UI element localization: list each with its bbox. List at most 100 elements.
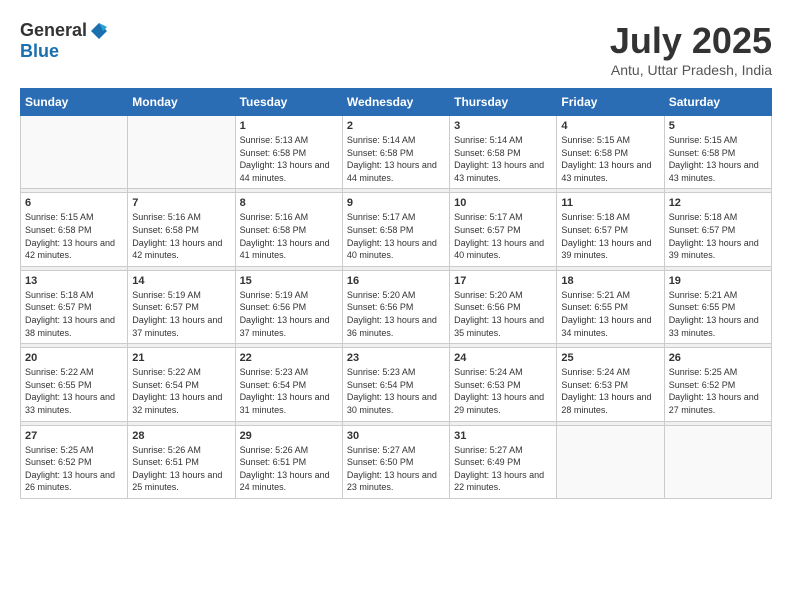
day-cell: 18 Sunrise: 5:21 AM Sunset: 6:55 PM Dayli… [557, 270, 664, 343]
day-info: Sunrise: 5:24 AM Sunset: 6:53 PM Dayligh… [454, 366, 552, 416]
day-info: Sunrise: 5:16 AM Sunset: 6:58 PM Dayligh… [132, 211, 230, 261]
logo: General Blue [20, 20, 109, 62]
day-number: 31 [454, 430, 552, 442]
day-info: Sunrise: 5:19 AM Sunset: 6:56 PM Dayligh… [240, 289, 338, 339]
day-number: 15 [240, 275, 338, 287]
day-info: Sunrise: 5:20 AM Sunset: 6:56 PM Dayligh… [347, 289, 445, 339]
day-number: 7 [132, 197, 230, 209]
day-number: 24 [454, 352, 552, 364]
day-number: 18 [561, 275, 659, 287]
day-cell: 24 Sunrise: 5:24 AM Sunset: 6:53 PM Dayli… [450, 348, 557, 421]
week-row-3: 13 Sunrise: 5:18 AM Sunset: 6:57 PM Dayli… [21, 270, 772, 343]
location: Antu, Uttar Pradesh, India [610, 62, 772, 78]
day-cell [21, 116, 128, 189]
weekday-header-saturday: Saturday [664, 89, 771, 116]
day-cell: 31Sunrise: 5:27 AM Sunset: 6:49 PM Dayli… [450, 425, 557, 498]
day-info: Sunrise: 5:26 AM Sunset: 6:51 PM Dayligh… [240, 444, 338, 494]
day-cell: 9Sunrise: 5:17 AM Sunset: 6:58 PM Daylig… [342, 193, 449, 266]
day-number: 4 [561, 120, 659, 132]
day-info: Sunrise: 5:17 AM Sunset: 6:57 PM Dayligh… [454, 211, 552, 261]
day-info: Sunrise: 5:14 AM Sunset: 6:58 PM Dayligh… [347, 134, 445, 184]
calendar-table: SundayMondayTuesdayWednesdayThursdayFrid… [20, 88, 772, 499]
day-cell: 6Sunrise: 5:15 AM Sunset: 6:58 PM Daylig… [21, 193, 128, 266]
day-number: 29 [240, 430, 338, 442]
weekday-header-wednesday: Wednesday [342, 89, 449, 116]
day-info: Sunrise: 5:18 AM Sunset: 6:57 PM Dayligh… [25, 289, 123, 339]
day-cell: 13 Sunrise: 5:18 AM Sunset: 6:57 PM Dayli… [21, 270, 128, 343]
day-cell: 30 Sunrise: 5:27 AM Sunset: 6:50 PM Dayli… [342, 425, 449, 498]
day-cell: 20 Sunrise: 5:22 AM Sunset: 6:55 PM Dayli… [21, 348, 128, 421]
day-cell: 3 Sunrise: 5:14 AM Sunset: 6:58 PM Daylig… [450, 116, 557, 189]
month-year: July 2025 [610, 20, 772, 62]
day-info: Sunrise: 5:15 AM Sunset: 6:58 PM Dayligh… [25, 211, 123, 261]
day-cell: 21 Sunrise: 5:22 AM Sunset: 6:54 PM Dayli… [128, 348, 235, 421]
day-info: Sunrise: 5:13 AM Sunset: 6:58 PM Dayligh… [240, 134, 338, 184]
day-number: 22 [240, 352, 338, 364]
day-info: Sunrise: 5:21 AM Sunset: 6:55 PM Dayligh… [561, 289, 659, 339]
logo-blue-text: Blue [20, 41, 59, 62]
day-number: 1 [240, 120, 338, 132]
day-info: Sunrise: 5:27 AM Sunset: 6:50 PM Dayligh… [347, 444, 445, 494]
week-row-2: 6Sunrise: 5:15 AM Sunset: 6:58 PM Daylig… [21, 193, 772, 266]
day-number: 5 [669, 120, 767, 132]
day-number: 13 [25, 275, 123, 287]
day-cell: 7 Sunrise: 5:16 AM Sunset: 6:58 PM Daylig… [128, 193, 235, 266]
day-cell: 23Sunrise: 5:23 AM Sunset: 6:54 PM Dayli… [342, 348, 449, 421]
day-cell: 16 Sunrise: 5:20 AM Sunset: 6:56 PM Dayli… [342, 270, 449, 343]
day-number: 12 [669, 197, 767, 209]
day-cell: 1 Sunrise: 5:13 AM Sunset: 6:58 PM Daylig… [235, 116, 342, 189]
day-cell: 15 Sunrise: 5:19 AM Sunset: 6:56 PM Dayli… [235, 270, 342, 343]
day-info: Sunrise: 5:19 AM Sunset: 6:57 PM Dayligh… [132, 289, 230, 339]
day-cell: 19 Sunrise: 5:21 AM Sunset: 6:55 PM Dayli… [664, 270, 771, 343]
day-info: Sunrise: 5:18 AM Sunset: 6:57 PM Dayligh… [561, 211, 659, 261]
day-info: Sunrise: 5:15 AM Sunset: 6:58 PM Dayligh… [561, 134, 659, 184]
day-info: Sunrise: 5:21 AM Sunset: 6:55 PM Dayligh… [669, 289, 767, 339]
day-cell: 22 Sunrise: 5:23 AM Sunset: 6:54 PM Dayli… [235, 348, 342, 421]
day-number: 2 [347, 120, 445, 132]
weekday-header-friday: Friday [557, 89, 664, 116]
logo-general-text: General [20, 20, 87, 41]
day-number: 3 [454, 120, 552, 132]
day-number: 16 [347, 275, 445, 287]
day-number: 23 [347, 352, 445, 364]
day-number: 28 [132, 430, 230, 442]
day-cell [557, 425, 664, 498]
week-row-5: 27Sunrise: 5:25 AM Sunset: 6:52 PM Dayli… [21, 425, 772, 498]
weekday-header-thursday: Thursday [450, 89, 557, 116]
day-cell [664, 425, 771, 498]
day-cell: 10 Sunrise: 5:17 AM Sunset: 6:57 PM Dayli… [450, 193, 557, 266]
day-number: 30 [347, 430, 445, 442]
day-info: Sunrise: 5:14 AM Sunset: 6:58 PM Dayligh… [454, 134, 552, 184]
day-number: 17 [454, 275, 552, 287]
week-row-1: 1 Sunrise: 5:13 AM Sunset: 6:58 PM Daylig… [21, 116, 772, 189]
day-number: 11 [561, 197, 659, 209]
day-cell: 2 Sunrise: 5:14 AM Sunset: 6:58 PM Daylig… [342, 116, 449, 189]
day-info: Sunrise: 5:24 AM Sunset: 6:53 PM Dayligh… [561, 366, 659, 416]
day-cell: 27Sunrise: 5:25 AM Sunset: 6:52 PM Dayli… [21, 425, 128, 498]
day-number: 27 [25, 430, 123, 442]
day-number: 9 [347, 197, 445, 209]
day-info: Sunrise: 5:16 AM Sunset: 6:58 PM Dayligh… [240, 211, 338, 261]
day-number: 20 [25, 352, 123, 364]
day-number: 10 [454, 197, 552, 209]
weekday-header-sunday: Sunday [21, 89, 128, 116]
day-cell: 11 Sunrise: 5:18 AM Sunset: 6:57 PM Dayli… [557, 193, 664, 266]
logo-icon [89, 21, 109, 41]
day-cell: 17Sunrise: 5:20 AM Sunset: 6:56 PM Dayli… [450, 270, 557, 343]
day-cell [128, 116, 235, 189]
day-cell: 28Sunrise: 5:26 AM Sunset: 6:51 PM Dayli… [128, 425, 235, 498]
title-section: July 2025 Antu, Uttar Pradesh, India [610, 20, 772, 78]
day-number: 14 [132, 275, 230, 287]
weekday-header-row: SundayMondayTuesdayWednesdayThursdayFrid… [21, 89, 772, 116]
day-info: Sunrise: 5:22 AM Sunset: 6:54 PM Dayligh… [132, 366, 230, 416]
day-number: 21 [132, 352, 230, 364]
day-info: Sunrise: 5:22 AM Sunset: 6:55 PM Dayligh… [25, 366, 123, 416]
day-info: Sunrise: 5:23 AM Sunset: 6:54 PM Dayligh… [240, 366, 338, 416]
day-number: 19 [669, 275, 767, 287]
week-row-4: 20 Sunrise: 5:22 AM Sunset: 6:55 PM Dayli… [21, 348, 772, 421]
day-cell: 8 Sunrise: 5:16 AM Sunset: 6:58 PM Daylig… [235, 193, 342, 266]
day-cell: 5 Sunrise: 5:15 AM Sunset: 6:58 PM Daylig… [664, 116, 771, 189]
day-number: 8 [240, 197, 338, 209]
day-info: Sunrise: 5:15 AM Sunset: 6:58 PM Dayligh… [669, 134, 767, 184]
weekday-header-tuesday: Tuesday [235, 89, 342, 116]
